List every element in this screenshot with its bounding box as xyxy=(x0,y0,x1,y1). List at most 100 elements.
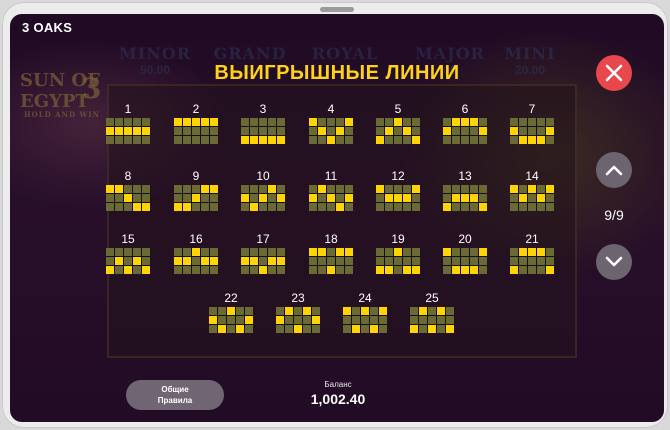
payline-cell-active xyxy=(443,203,451,211)
payline-cell xyxy=(268,118,276,126)
page-down-button[interactable] xyxy=(596,244,632,280)
payline-cell xyxy=(461,136,469,144)
payline-cell xyxy=(510,257,518,265)
payline-cell xyxy=(370,307,378,315)
payline-cell-active xyxy=(519,194,527,202)
payline-diagram xyxy=(174,118,218,144)
payline-cell xyxy=(192,185,200,193)
payline-cell xyxy=(133,248,141,256)
payline-cell-active xyxy=(192,194,200,202)
payline-cell-active xyxy=(537,248,545,256)
payline-item: 10 xyxy=(240,169,286,211)
payline-cell xyxy=(210,266,218,274)
payline-cell xyxy=(336,194,344,202)
payline-cell-active xyxy=(546,127,554,135)
payline-cell xyxy=(537,185,545,193)
payline-cell-active xyxy=(376,136,384,144)
payline-cell xyxy=(277,118,285,126)
payline-diagram xyxy=(443,248,487,274)
provider-name: 3 OAKS xyxy=(22,20,73,35)
payline-diagram xyxy=(241,118,285,144)
payline-cell-active xyxy=(241,194,249,202)
payline-cell xyxy=(546,248,554,256)
payline-cell-active xyxy=(174,118,182,126)
payline-cell xyxy=(443,185,451,193)
payline-cell-active xyxy=(318,185,326,193)
payline-item: 4 xyxy=(308,102,354,144)
payline-cell xyxy=(285,325,293,333)
payline-cell xyxy=(376,248,384,256)
payline-item: 18 xyxy=(308,232,354,274)
general-rules-button[interactable]: Общие Правила xyxy=(126,380,224,410)
payline-item: 11 xyxy=(308,169,354,211)
payline-cell xyxy=(174,266,182,274)
payline-cell-active xyxy=(250,136,258,144)
payline-cell-active xyxy=(428,325,436,333)
payline-cell xyxy=(115,118,123,126)
payline-cell xyxy=(403,203,411,211)
payline-cell xyxy=(201,248,209,256)
payline-cell-active xyxy=(259,136,267,144)
payline-cell xyxy=(412,257,420,265)
payline-cell xyxy=(115,266,123,274)
payline-cell xyxy=(309,203,317,211)
page-up-button[interactable] xyxy=(596,152,632,188)
payline-cell xyxy=(452,203,460,211)
payline-cell xyxy=(192,257,200,265)
payline-cell xyxy=(241,203,249,211)
payline-cell-active xyxy=(412,266,420,274)
payline-cell xyxy=(403,136,411,144)
payline-diagram xyxy=(276,307,320,333)
payline-number: 10 xyxy=(256,169,270,183)
payline-diagram xyxy=(106,248,150,274)
payline-cell-active xyxy=(528,136,536,144)
balance-value: 1,002.40 xyxy=(310,391,366,407)
payline-item: 22 xyxy=(208,291,254,333)
payline-cell-active xyxy=(106,266,114,274)
payline-cell xyxy=(537,266,545,274)
payline-cell-active xyxy=(452,194,460,202)
payline-cell xyxy=(345,266,353,274)
payline-cell-active xyxy=(385,127,393,135)
payline-number: 1 xyxy=(124,102,132,116)
payline-cell xyxy=(327,203,335,211)
payline-cell xyxy=(245,307,253,315)
paylines-title: ВЫИГРЫШНЫЕ ЛИНИИ xyxy=(214,62,460,84)
payline-cell xyxy=(479,257,487,265)
payline-cell-active xyxy=(470,118,478,126)
payline-cell xyxy=(461,257,469,265)
payline-cell-active xyxy=(201,118,209,126)
payline-cell xyxy=(327,257,335,265)
payline-cell xyxy=(124,203,132,211)
payline-cell-active xyxy=(124,266,132,274)
payline-item: 20 xyxy=(442,232,488,274)
payline-diagram xyxy=(106,185,150,211)
payline-cell xyxy=(115,203,123,211)
payline-cell xyxy=(268,248,276,256)
payline-cell xyxy=(412,248,420,256)
close-button[interactable] xyxy=(596,55,632,91)
payline-cell-active xyxy=(183,203,191,211)
payline-cell xyxy=(537,203,545,211)
payline-diagram xyxy=(106,118,150,144)
payline-cell xyxy=(174,248,182,256)
payline-number: 11 xyxy=(324,169,338,183)
payline-number: 14 xyxy=(525,169,539,183)
payline-cell xyxy=(537,127,545,135)
payline-number: 6 xyxy=(461,102,469,116)
payline-cell xyxy=(133,118,141,126)
payline-cell-active xyxy=(277,136,285,144)
payline-cell xyxy=(403,118,411,126)
payline-cell xyxy=(318,257,326,265)
payline-item: 24 xyxy=(342,291,388,333)
payline-cell-active xyxy=(510,185,518,193)
payline-cell-active xyxy=(318,248,326,256)
payline-cell xyxy=(218,316,226,324)
payline-cell-active xyxy=(412,136,420,144)
payline-cell-active xyxy=(403,266,411,274)
payline-item: 21 xyxy=(509,232,555,274)
payline-cell-active xyxy=(528,248,536,256)
payline-cell-active xyxy=(327,266,335,274)
payline-diagram xyxy=(241,248,285,274)
payline-cell-active xyxy=(479,127,487,135)
